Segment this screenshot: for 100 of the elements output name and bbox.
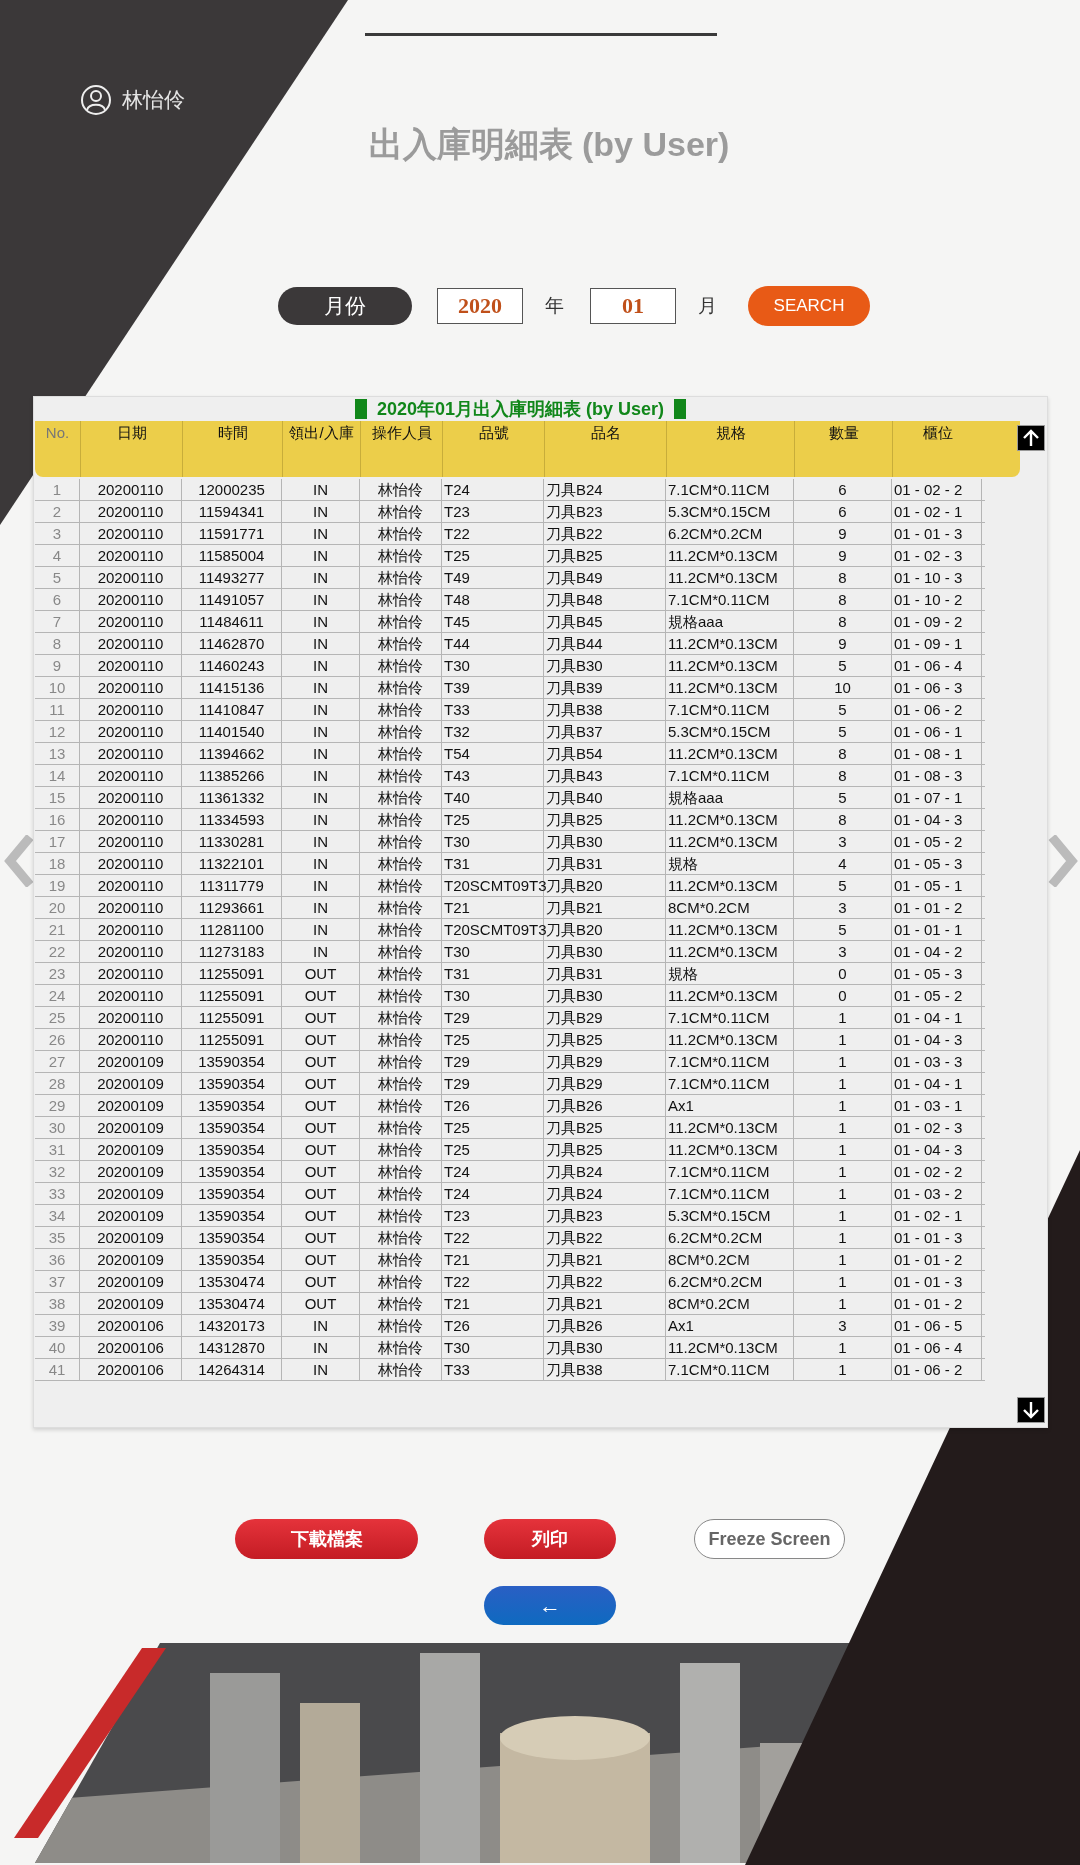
table-cell: 11493277 [182,567,282,588]
table-cell: T30 [442,831,544,852]
table-cell: 3 [794,897,892,918]
table-cell: 刀具B24 [544,479,666,500]
print-button[interactable]: 列印 [484,1519,616,1559]
table-cell: 1 [794,1337,892,1358]
table-cell: 13530474 [182,1271,282,1292]
table-cell: 5 [794,787,892,808]
table-cell: T25 [442,1029,544,1050]
table-cell: T24 [442,1161,544,1182]
table-cell: 5 [794,699,892,720]
table-caption: 2020年01月出入庫明細表 (by User) [376,398,665,421]
year-unit: 年 [545,294,565,318]
table-cell: 1 [794,1117,892,1138]
freeze-screen-button[interactable]: Freeze Screen [694,1519,845,1559]
table-cell: 刀具B23 [544,1205,666,1226]
table-cell: T29 [442,1051,544,1072]
table-cell: 11.2CM*0.13CM [666,875,794,896]
table-cell: T48 [442,589,544,610]
table-cell: 林怡伶 [360,1095,442,1116]
table-cell: 刀具B45 [544,611,666,632]
table-cell: T31 [442,963,544,984]
table-cell: 刀具B25 [544,809,666,830]
table-cell: 01 - 10 - 3 [892,567,982,588]
table-cell: T33 [442,1359,544,1380]
table-cell: 20200109 [80,1271,182,1292]
table-cell: 林怡伶 [360,1249,442,1270]
table-cell: 刀具B49 [544,567,666,588]
column-header: 數量 [794,421,892,477]
table-cell: IN [282,501,360,522]
month-field[interactable]: 01 [590,288,676,324]
table-cell: 林怡伶 [360,941,442,962]
table-cell: 林怡伶 [360,809,442,830]
table-cell: 刀具B48 [544,589,666,610]
table-cell: 規格 [666,853,794,874]
table-cell: 01 - 08 - 1 [892,743,982,764]
table-cell: T32 [442,721,544,742]
table-cell: 20200110 [80,655,182,676]
table-cell: 刀具B24 [544,1161,666,1182]
table-cell: 01 - 05 - 2 [892,985,982,1006]
table-cell: 刀具B29 [544,1007,666,1028]
table-cell: 林怡伶 [360,1029,442,1050]
table-cell: 20200110 [80,721,182,742]
table-cell: T43 [442,765,544,786]
search-button[interactable]: SEARCH [748,286,870,326]
table-cell: IN [282,523,360,544]
table-cell: 林怡伶 [360,1117,442,1138]
table-cell: 20200109 [80,1117,182,1138]
table-cell: 11.2CM*0.13CM [666,545,794,566]
table-cell: 林怡伶 [360,1205,442,1226]
table-cell: 林怡伶 [360,743,442,764]
page-title: 出入庫明細表 (by User) [367,124,731,165]
table-cell: 11.2CM*0.13CM [666,567,794,588]
table-cell: 刀具B30 [544,985,666,1006]
year-field[interactable]: 2020 [437,288,523,324]
table-cell: 6.2CM*0.2CM [666,1271,794,1292]
table-cell: 林怡伶 [360,523,442,544]
table-cell: 01 - 01 - 3 [892,1227,982,1248]
table-cell: 01 - 06 - 3 [892,677,982,698]
table-cell: 1 [794,1139,892,1160]
table-cell: 林怡伶 [360,1007,442,1028]
table-cell: 林怡伶 [360,655,442,676]
table-cell: 11322101 [182,853,282,874]
table-cell: T40 [442,787,544,808]
table-cell: IN [282,721,360,742]
table-cell: 01 - 05 - 3 [892,963,982,984]
table-cell: 20200110 [80,919,182,940]
table-cell: 0 [794,963,892,984]
table-cell: 5 [794,919,892,940]
table-cell: 林怡伶 [360,589,442,610]
table-cell: 01 - 07 - 1 [892,787,982,808]
table-cell: OUT [282,985,360,1006]
table-cell: 01 - 02 - 1 [892,501,982,522]
table-cell: 林怡伶 [360,1337,442,1358]
table-cell: 林怡伶 [360,963,442,984]
table-cell: T26 [442,1095,544,1116]
table-cell: 8CM*0.2CM [666,1249,794,1270]
table-cell: 7.1CM*0.11CM [666,1359,794,1380]
table-cell: T22 [442,1227,544,1248]
table-cell: 8 [794,589,892,610]
table-cell: 14264314 [182,1359,282,1380]
table-cell: 刀具B30 [544,655,666,676]
table-cell: 7.1CM*0.11CM [666,1007,794,1028]
table-cell: 20200109 [80,1139,182,1160]
table-cell: 林怡伶 [360,897,442,918]
table-cell: 20200110 [80,479,182,500]
table-cell: 6.2CM*0.2CM [666,1227,794,1248]
table-cell: 20200110 [80,1007,182,1028]
table-cell: 13590354 [182,1117,282,1138]
download-button[interactable]: 下載檔案 [235,1519,418,1559]
table-cell: 01 - 06 - 2 [892,1359,982,1380]
table-cell: 20200110 [80,853,182,874]
table-cell: 刀具B31 [544,853,666,874]
table-cell: 20200110 [80,589,182,610]
table-cell: 20200109 [80,1183,182,1204]
table-cell: 01 - 06 - 1 [892,721,982,742]
table-cell: 01 - 01 - 3 [892,523,982,544]
table-cell: IN [282,1315,360,1336]
back-button[interactable]: ← [484,1586,616,1625]
table-cell: IN [282,809,360,830]
